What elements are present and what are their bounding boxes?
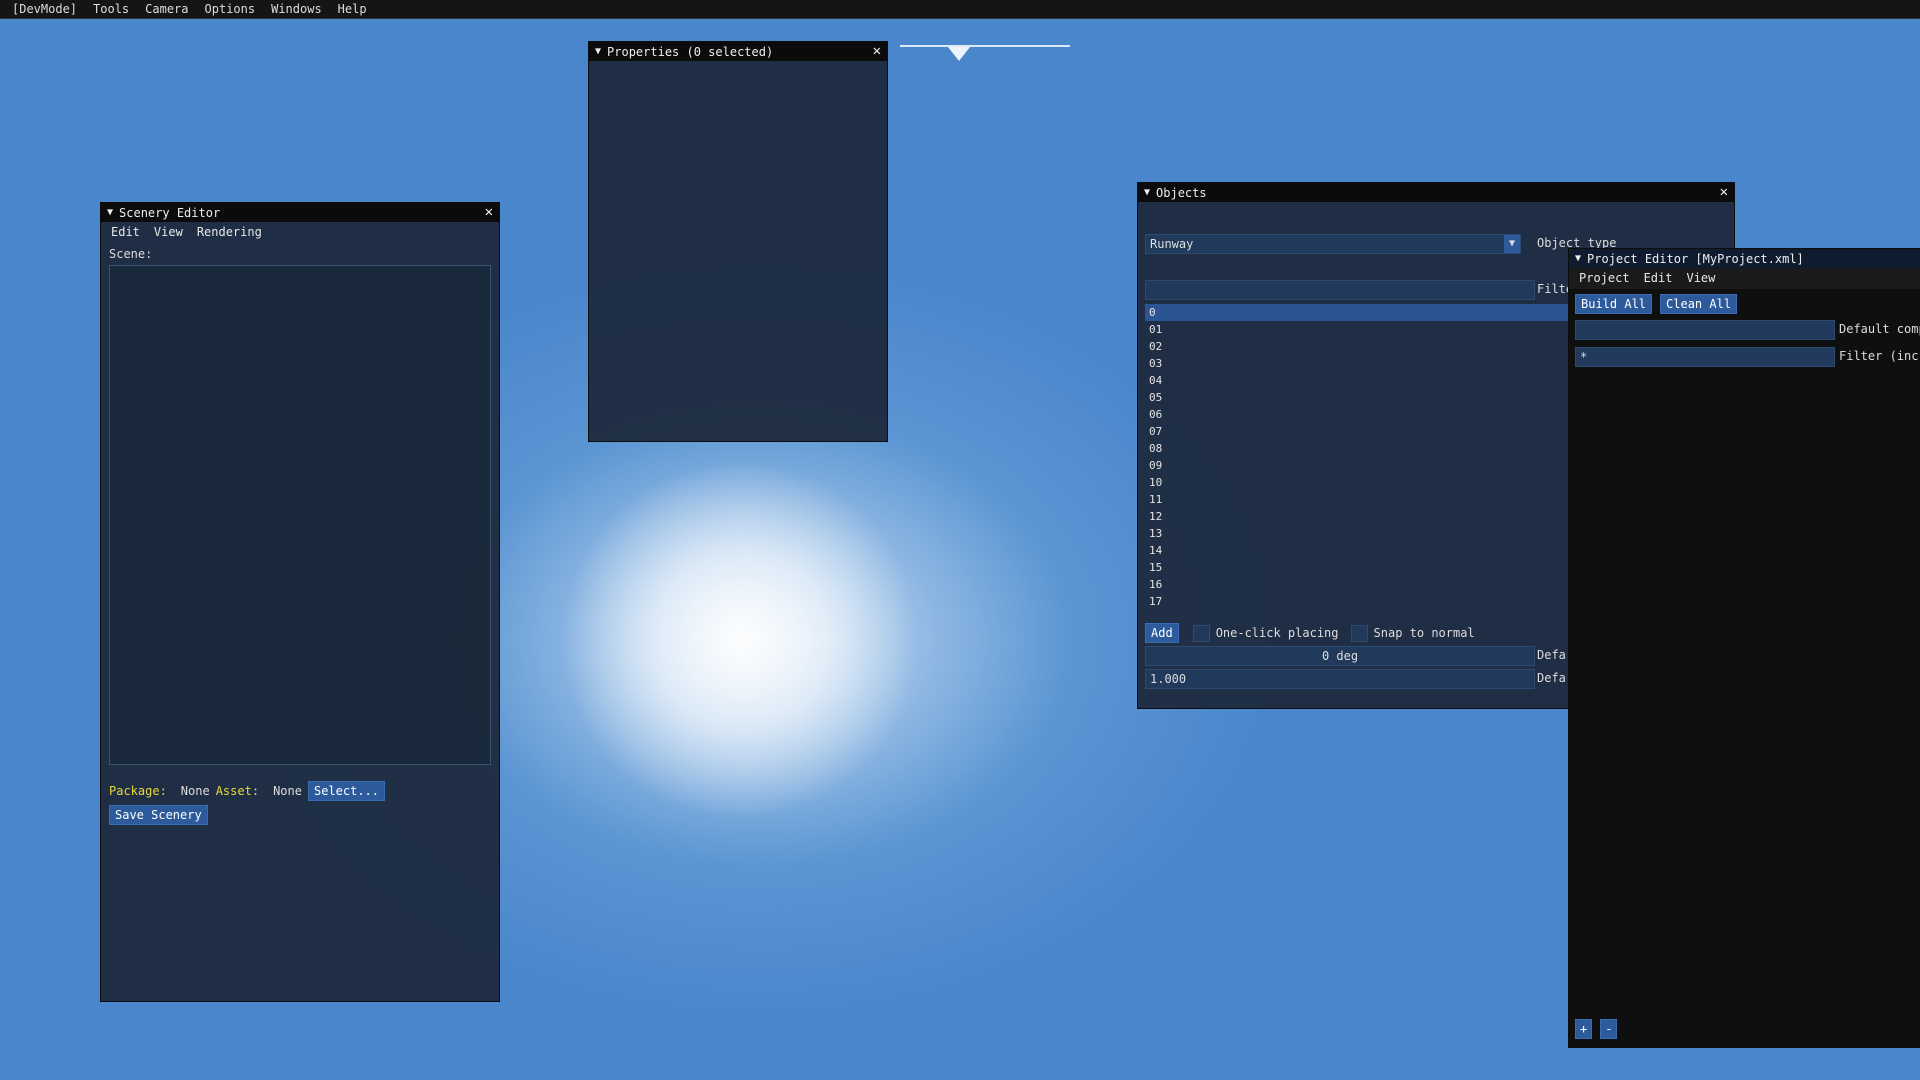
- compass-marker-icon: [948, 47, 970, 61]
- properties-titlebar[interactable]: ▼ Properties (0 selected) ✕: [589, 42, 887, 61]
- list-controls: + -: [1575, 1019, 1618, 1039]
- object-list-item[interactable]: 15: [1145, 559, 1572, 576]
- scene-list[interactable]: [109, 265, 491, 765]
- object-list-item[interactable]: 07: [1145, 423, 1572, 440]
- object-list-item[interactable]: 01: [1145, 321, 1572, 338]
- asset-value: None: [273, 784, 302, 798]
- collapse-icon[interactable]: ▼: [1575, 253, 1581, 264]
- object-list-item[interactable]: 05: [1145, 389, 1572, 406]
- collapse-icon[interactable]: ▼: [595, 46, 601, 57]
- object-list-item[interactable]: 14: [1145, 542, 1572, 559]
- menu-options[interactable]: Options: [197, 0, 264, 18]
- collapse-icon[interactable]: ▼: [1144, 187, 1150, 198]
- project-menu-project[interactable]: Project: [1579, 270, 1630, 287]
- menu-windows[interactable]: Windows: [263, 0, 330, 18]
- project-filter-label: Filter (inc,: [1839, 349, 1920, 363]
- default-rotation-slider[interactable]: 0 deg: [1145, 646, 1535, 666]
- project-menu: Project Edit View: [1569, 268, 1920, 289]
- menu-help[interactable]: Help: [330, 0, 375, 18]
- build-all-button[interactable]: Build All: [1575, 294, 1653, 314]
- package-label: Package:: [109, 784, 167, 798]
- scenery-menu: Edit View Rendering: [101, 222, 499, 243]
- rotation-value: 0 deg: [1321, 649, 1359, 663]
- background-glow: [560, 460, 920, 820]
- default-comp-label: Default comp: [1839, 322, 1920, 336]
- object-list-item[interactable]: 02: [1145, 338, 1572, 355]
- object-list-item[interactable]: 0: [1145, 304, 1572, 321]
- add-button[interactable]: Add: [1145, 623, 1179, 643]
- chevron-down-icon[interactable]: ▼: [1504, 235, 1520, 253]
- object-list-item[interactable]: 17: [1145, 593, 1572, 610]
- project-title: Project Editor [MyProject.xml]: [1587, 251, 1804, 266]
- main-menubar: [DevMode] Tools Camera Options Windows H…: [0, 0, 1920, 19]
- snap-normal-label: Snap to normal: [1373, 626, 1475, 640]
- collapse-icon[interactable]: ▼: [107, 207, 113, 218]
- properties-window: ▼ Properties (0 selected) ✕: [588, 41, 888, 442]
- compass-line: [900, 45, 1070, 47]
- project-menu-view[interactable]: View: [1686, 270, 1715, 287]
- package-value: None: [180, 784, 210, 798]
- close-icon[interactable]: ✕: [485, 203, 493, 222]
- clean-all-button[interactable]: Clean All: [1660, 294, 1738, 314]
- project-titlebar[interactable]: ▼ Project Editor [MyProject.xml]: [1569, 249, 1920, 268]
- object-list-item[interactable]: 16: [1145, 576, 1572, 593]
- save-scenery-button[interactable]: Save Scenery: [109, 805, 208, 825]
- scenery-menu-rendering[interactable]: Rendering: [197, 224, 262, 241]
- object-list-item[interactable]: 03: [1145, 355, 1572, 372]
- one-click-checkbox[interactable]: [1192, 624, 1210, 642]
- scenery-menu-view[interactable]: View: [154, 224, 183, 241]
- menu-tools[interactable]: Tools: [85, 0, 137, 18]
- close-icon[interactable]: ✕: [1720, 183, 1728, 202]
- menu-devmode[interactable]: [DevMode]: [0, 0, 85, 18]
- object-list-item[interactable]: 13: [1145, 525, 1572, 542]
- scale-value: 1.000: [1150, 672, 1187, 686]
- default-scale-label: Defa: [1537, 671, 1566, 685]
- project-filter-value: *: [1580, 350, 1588, 364]
- object-list-item[interactable]: 18: [1145, 610, 1572, 611]
- default-scale-input[interactable]: 1.000: [1145, 669, 1535, 689]
- object-list[interactable]: 0010203040506070809101112131415161718: [1145, 304, 1572, 611]
- object-filter-input[interactable]: [1145, 280, 1535, 300]
- snap-normal-checkbox[interactable]: [1350, 624, 1368, 642]
- select-asset-button[interactable]: Select...: [307, 781, 385, 801]
- object-list-item[interactable]: 10: [1145, 474, 1572, 491]
- object-list-item[interactable]: 08: [1145, 440, 1572, 457]
- project-menu-edit[interactable]: Edit: [1644, 270, 1673, 287]
- scenery-titlebar[interactable]: ▼ Scenery Editor ✕: [101, 203, 499, 222]
- remove-item-button[interactable]: -: [1600, 1019, 1618, 1039]
- object-list-item[interactable]: 12: [1145, 508, 1572, 525]
- asset-label: Asset:: [215, 784, 260, 798]
- project-filter-input[interactable]: *: [1575, 347, 1835, 367]
- placing-row: Add One-click placing Snap to normal: [1145, 623, 1475, 643]
- default-comp-input[interactable]: [1575, 320, 1835, 340]
- scenery-title: Scenery Editor: [119, 205, 221, 220]
- scenery-menu-edit[interactable]: Edit: [111, 224, 140, 241]
- default-rotation-label: Defa: [1537, 648, 1566, 662]
- object-list-item[interactable]: 11: [1145, 491, 1572, 508]
- object-list-item[interactable]: 04: [1145, 372, 1572, 389]
- project-editor-window: ▼ Project Editor [MyProject.xml] Project…: [1568, 248, 1920, 1048]
- objects-title: Objects: [1156, 185, 1207, 200]
- object-list-item[interactable]: 06: [1145, 406, 1572, 423]
- properties-title: Properties (0 selected): [607, 44, 774, 59]
- scenery-editor-window: ▼ Scenery Editor ✕ Edit View Rendering S…: [100, 202, 500, 1002]
- build-row: Build All Clean All: [1575, 294, 1738, 314]
- object-type-value: Runway: [1150, 237, 1194, 251]
- scene-label: Scene:: [109, 247, 153, 261]
- object-type-select[interactable]: Runway ▼: [1145, 234, 1521, 254]
- menu-camera[interactable]: Camera: [137, 0, 196, 18]
- object-list-item[interactable]: 09: [1145, 457, 1572, 474]
- package-row: Package: None Asset: None Select...: [109, 781, 385, 801]
- one-click-label: One-click placing: [1215, 626, 1339, 640]
- objects-titlebar[interactable]: ▼ Objects ✕: [1138, 183, 1734, 202]
- close-icon[interactable]: ✕: [873, 42, 881, 61]
- add-item-button[interactable]: +: [1575, 1019, 1593, 1039]
